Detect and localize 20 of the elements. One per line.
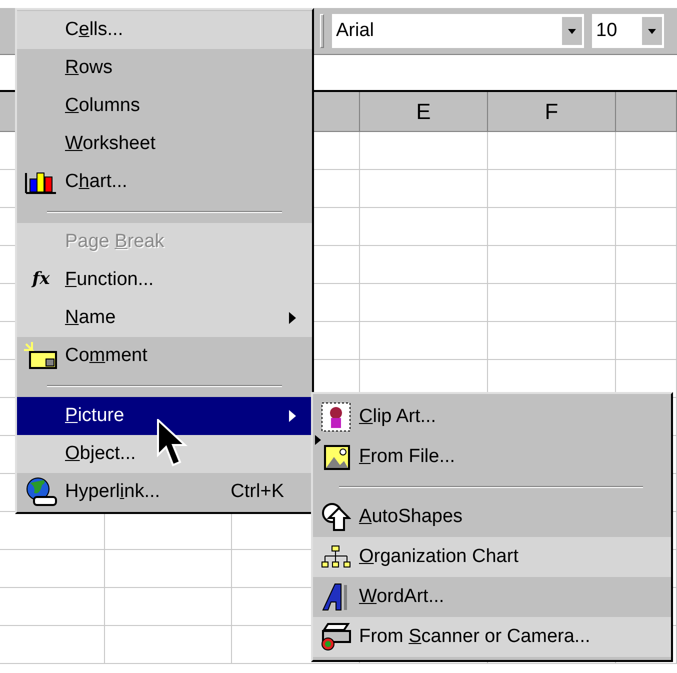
menu-item-label: WordArt... <box>359 584 444 609</box>
menu-item-label: From File... <box>359 444 456 469</box>
menu-item-label: Object... <box>65 442 136 466</box>
menu-item-label: Hyperlink... <box>65 480 160 504</box>
menu-item-label: Cells... <box>65 18 124 42</box>
menu-item-label: Columns <box>65 94 140 118</box>
menu-item-label: From Scanner or Camera... <box>359 624 590 649</box>
menu-item-label: AutoShapes <box>359 504 463 529</box>
menu-item-label: Clip Art... <box>359 404 436 429</box>
menu-item-label: Page Break <box>65 230 164 254</box>
menu-item-label: Worksheet <box>65 132 156 156</box>
menu-item-label: Rows <box>65 56 113 80</box>
menu-item-label: Picture <box>65 404 124 428</box>
menu-item-label: Chart... <box>65 170 128 194</box>
menu-item-label: Name <box>65 306 116 330</box>
menu-item-label: Organization Chart <box>359 544 518 569</box>
function-glyph: fx <box>32 268 50 292</box>
menu-item-label: Comment <box>65 344 148 368</box>
shortcut-label: Ctrl+K <box>230 480 284 504</box>
menu-item-label: Function... <box>65 268 154 292</box>
